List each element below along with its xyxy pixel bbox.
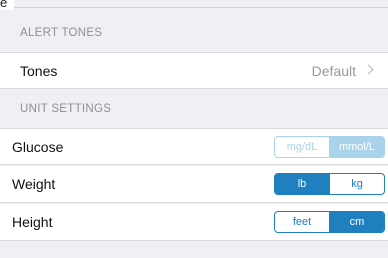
glucose-label: Glucose <box>12 139 64 155</box>
glucose-row: Glucose mg/dL mmol/L <box>0 128 388 165</box>
section-header-unit-settings: UNIT SETTINGS <box>0 90 388 128</box>
weight-row: Weight lb kg <box>0 166 388 203</box>
height-unit-segmented-control[interactable]: feet cm <box>274 211 385 233</box>
tones-label: Tones <box>20 63 58 79</box>
tones-row[interactable]: Tones Default <box>0 52 388 89</box>
chevron-right-icon <box>363 64 374 75</box>
weight-option-kg[interactable]: kg <box>329 174 384 194</box>
glucose-unit-segmented-control[interactable]: mg/dL mmol/L <box>274 136 385 158</box>
tones-value: Default <box>311 63 356 79</box>
glucose-option-mg-dl[interactable]: mg/dL <box>275 137 329 157</box>
settings-screen: e ALERT TONES Tones Default UNIT SETTING… <box>0 0 388 258</box>
top-divider <box>0 7 388 8</box>
weight-unit-segmented-control[interactable]: lb kg <box>274 173 385 195</box>
section-header-alert-tones: ALERT TONES <box>0 14 388 52</box>
height-option-feet[interactable]: feet <box>275 212 329 232</box>
height-row: Height feet cm <box>0 204 388 241</box>
weight-label: Weight <box>12 176 56 192</box>
corner-label: e <box>0 0 14 10</box>
weight-option-lb[interactable]: lb <box>275 174 329 194</box>
height-label: Height <box>12 214 53 230</box>
height-option-cm[interactable]: cm <box>329 212 384 232</box>
glucose-option-mmol-l[interactable]: mmol/L <box>329 137 384 157</box>
